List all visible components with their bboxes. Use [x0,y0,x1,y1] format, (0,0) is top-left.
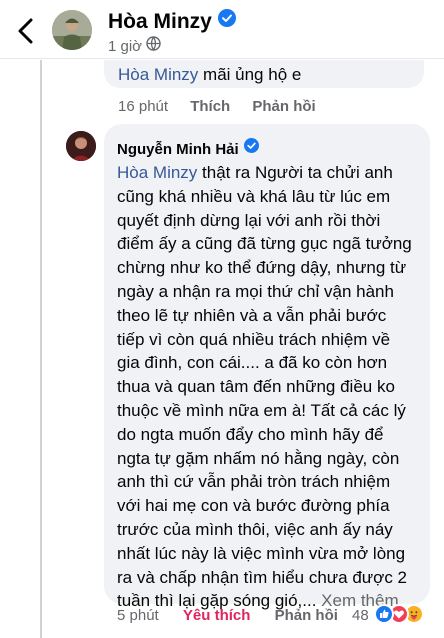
comment-thread-screen: Hòa Minzy 1 giờ Hòa Minzy mãi ủng hộ e 1… [0,0,444,638]
commenter-name[interactable]: Nguyễn Minh Hải [117,138,259,160]
post-meta: 1 giờ [108,36,161,56]
reply-button[interactable]: Phản hồi [275,607,338,624]
comment-line: anh thì cứ vẫn phải tròn trách nhiệm [117,472,391,492]
comment-line: gia đình, con cái.... a đã ko còn hơn [117,353,388,373]
comment-line: ngày a nhận ra mọi thứ chỉ vận hành [117,281,394,301]
header-divider [0,58,444,59]
previous-reply-text: Hòa Minzy mãi ủng hộ e [118,64,301,86]
thread-line [40,60,42,638]
commenter-avatar[interactable] [66,131,96,161]
verified-badge-icon [217,8,236,33]
avatar-image-icon [52,10,92,50]
post-time[interactable]: 1 giờ [108,38,142,55]
comment-time: 5 phút [117,607,159,624]
reaction-count[interactable]: 48 [352,607,369,624]
comment-text: Hòa Minzy thật ra Người ta chửi anh cũng… [117,161,422,613]
back-button[interactable] [12,16,40,46]
previous-reply-like-button[interactable]: Thích [190,98,230,115]
comment-line: điểm ấy a cũng đã từng gục ngã tưởng [117,234,412,254]
comment-line: với hai mẹ con và bước đường phía [117,496,390,516]
chevron-left-icon [18,18,33,44]
comment-line: ra và chấp nhận tìm hiểu chưa được 2 [117,567,408,587]
globe-icon [146,36,161,56]
mention-link[interactable]: Hòa Minzy [118,65,198,84]
comment-line: quyết định dừng lại với anh rồi thời [117,210,381,230]
profile-avatar[interactable] [52,10,92,50]
comment-line: chừng như ko thể đứng dậy, nhưng từ [117,258,407,278]
comment-line: ngta tự gặm nhấm nó hằng ngày, còn [117,448,400,468]
mention-link[interactable]: Hòa Minzy [117,163,197,182]
previous-reply-reply-button[interactable]: Phản hồi [252,98,315,115]
post-header: Hòa Minzy 1 giờ [0,0,444,58]
verified-badge-icon [243,138,259,159]
comment-line: nhất lúc này là việc mình vừa mở lòng [117,543,406,563]
previous-reply-actions: 16 phút Thích Phản hồi [118,98,334,115]
profile-name[interactable]: Hòa Minzy [108,8,236,34]
comment-line: thua và quan tâm đến những điều ko [117,377,395,397]
comment-line: tiếp vì còn quá nhiều trách nhiệm về [117,329,391,349]
comment-line: cũng khá nhiều và khá lâu từ lúc em [117,186,391,206]
comment-line: trước của mình thôi, việc anh ấy náy [117,519,393,539]
comment-actions: 5 phút Yêu thích Phản hồi [117,607,358,625]
comment-line: theo lẽ tự nhiên và a vẫn phải bước [117,305,387,325]
previous-reply-time: 16 phút [118,98,169,115]
love-reaction-button[interactable]: Yêu thích [183,607,251,624]
previous-reply-message: mãi ủng hộ e [198,65,302,84]
avatar-image-icon [66,131,96,161]
comment-line: thuộc về mình nữa em à! Tất cả các lý [117,400,406,420]
comment-line: Hòa Minzy thật ra Người ta chửi anh [117,161,422,185]
commenter-name-text[interactable]: Nguyễn Minh Hải [117,141,239,158]
like-reaction-icon [374,604,394,624]
comment-line-text: thật ra Người ta chửi anh [197,163,393,182]
profile-name-text[interactable]: Hòa Minzy [108,10,212,33]
comment-line: do ngta muốn đẩy cho mình hãy để [117,424,384,444]
